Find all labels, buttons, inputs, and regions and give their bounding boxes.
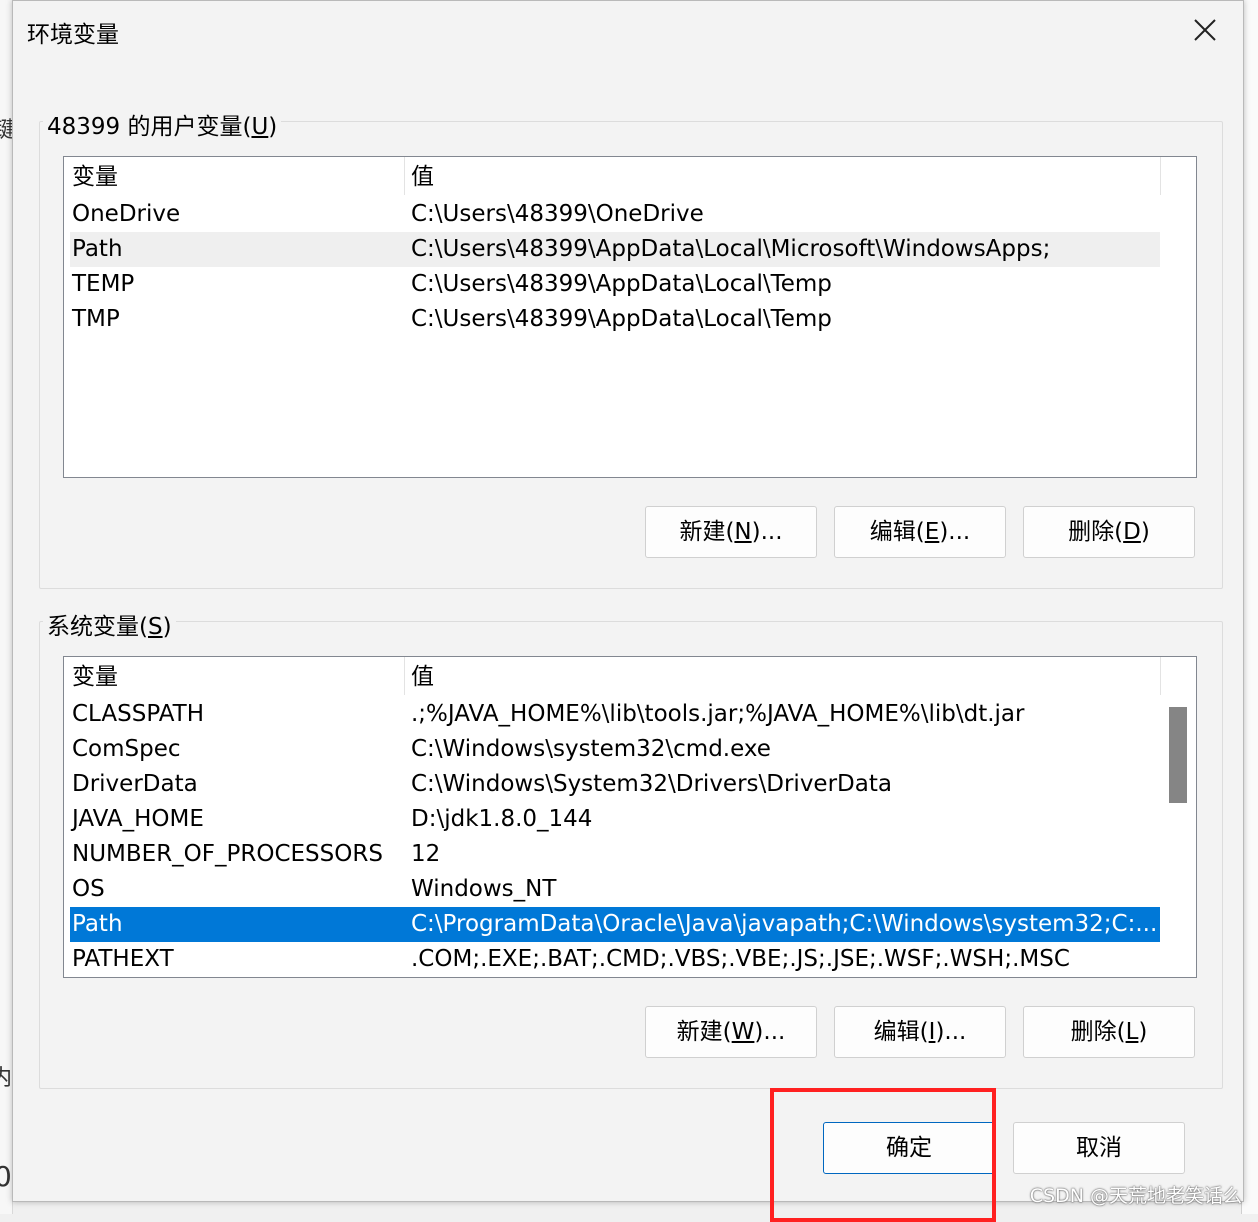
watermark: CSDN @天荒地老笑话么 xyxy=(1029,1185,1242,1207)
table-row[interactable]: CLASSPATH .;%JAVA_HOME%\lib\tools.jar;%J… xyxy=(70,697,1160,732)
column-separator xyxy=(1160,157,1161,195)
variable-name: CLASSPATH xyxy=(72,701,205,727)
user-new-button[interactable]: 新建(N)... xyxy=(645,506,817,558)
system-variables-legend: 系统变量(S) xyxy=(43,607,176,641)
variable-name: TMP xyxy=(72,306,120,332)
table-row[interactable]: TEMP C:\Users\48399\AppData\Local\Temp xyxy=(70,267,1160,302)
system-delete-button[interactable]: 删除(L) xyxy=(1023,1006,1195,1058)
cancel-button[interactable]: 取消 xyxy=(1013,1122,1185,1174)
variable-value: D:\jdk1.8.0_144 xyxy=(411,806,593,832)
table-row[interactable]: OneDrive C:\Users\48399\OneDrive xyxy=(70,197,1160,232)
column-separator xyxy=(404,157,405,195)
annotation-highlight-box xyxy=(770,1088,996,1222)
variable-value: .COM;.EXE;.BAT;.CMD;.VBS;.VBE;.JS;.JSE;.… xyxy=(411,946,1070,972)
variable-value: C:\Users\48399\AppData\Local\Temp xyxy=(411,271,832,297)
window-title: 环境变量 xyxy=(27,22,119,48)
table-row[interactable]: TMP C:\Users\48399\AppData\Local\Temp xyxy=(70,302,1160,337)
variable-value: Windows_NT xyxy=(411,876,557,902)
table-row[interactable]: JAVA_HOME D:\jdk1.8.0_144 xyxy=(70,802,1160,837)
scrollbar-thumb[interactable] xyxy=(1169,707,1187,803)
user-variables-list[interactable]: 变量 值 OneDrive C:\Users\48399\OneDrive Pa… xyxy=(63,156,1197,478)
environment-variables-dialog: 环境变量 48399 的用户变量(U) 变量 值 OneDrive C:\Use… xyxy=(12,0,1244,1202)
variable-value: C:\Users\48399\OneDrive xyxy=(411,201,704,227)
table-row[interactable]: OS Windows_NT xyxy=(70,872,1160,907)
system-variables-list[interactable]: 变量 值 CLASSPATH .;%JAVA_HOME%\lib\tools.j… xyxy=(63,656,1197,978)
vertical-scrollbar[interactable] xyxy=(1162,657,1196,977)
variable-name: OS xyxy=(72,876,105,902)
table-row[interactable]: DriverData C:\Windows\System32\Drivers\D… xyxy=(70,767,1160,802)
table-row[interactable]: NUMBER_OF_PROCESSORS 12 xyxy=(70,837,1160,872)
background-text-fragment: 0 xyxy=(0,1160,12,1193)
user-delete-button[interactable]: 删除(D) xyxy=(1023,506,1195,558)
variable-name: JAVA_HOME xyxy=(72,806,204,832)
user-variables-legend: 48399 的用户变量(U) xyxy=(43,107,282,141)
column-header-variable[interactable]: 变量 xyxy=(72,157,118,195)
column-header-value[interactable]: 值 xyxy=(411,157,434,195)
variable-value: C:\Users\48399\AppData\Local\Temp xyxy=(411,306,832,332)
table-row[interactable]: PATHEXT .COM;.EXE;.BAT;.CMD;.VBS;.VBE;.J… xyxy=(70,942,1160,977)
variable-name: NUMBER_OF_PROCESSORS xyxy=(72,841,383,867)
variable-name: ComSpec xyxy=(72,736,181,762)
column-header-variable[interactable]: 变量 xyxy=(72,657,118,695)
variable-value: C:\ProgramData\Oracle\Java\javapath;C:\W… xyxy=(411,911,1158,937)
system-new-button[interactable]: 新建(W)... xyxy=(645,1006,817,1058)
variable-value: C:\Windows\System32\Drivers\DriverData xyxy=(411,771,892,797)
variable-name: DriverData xyxy=(72,771,198,797)
variable-name: TEMP xyxy=(72,271,135,297)
background-text-fragment: 内 xyxy=(0,1066,13,1091)
list-header: 变量 值 xyxy=(64,657,1161,695)
variable-value: C:\Users\48399\AppData\Local\Microsoft\W… xyxy=(411,236,1051,262)
user-edit-button[interactable]: 编辑(E)... xyxy=(834,506,1006,558)
table-row[interactable]: ComSpec C:\Windows\system32\cmd.exe xyxy=(70,732,1160,767)
column-header-value[interactable]: 值 xyxy=(411,657,434,695)
close-icon[interactable] xyxy=(1185,11,1225,49)
table-row-selected[interactable]: Path C:\ProgramData\Oracle\Java\javapath… xyxy=(70,907,1160,942)
list-header: 变量 值 xyxy=(64,157,1161,195)
column-separator xyxy=(404,657,405,695)
table-row[interactable]: Path C:\Users\48399\AppData\Local\Micros… xyxy=(70,232,1160,267)
variable-value: .;%JAVA_HOME%\lib\tools.jar;%JAVA_HOME%\… xyxy=(411,701,1025,727)
variable-name: PATHEXT xyxy=(72,946,174,972)
column-separator xyxy=(1160,657,1161,695)
variable-name: OneDrive xyxy=(72,201,181,227)
title-bar: 环境变量 xyxy=(13,1,1243,59)
variable-value: 12 xyxy=(411,841,441,867)
variable-name: Path xyxy=(72,236,123,262)
variable-name: Path xyxy=(72,911,123,937)
system-edit-button[interactable]: 编辑(I)... xyxy=(834,1006,1006,1058)
variable-value: C:\Windows\system32\cmd.exe xyxy=(411,736,771,762)
